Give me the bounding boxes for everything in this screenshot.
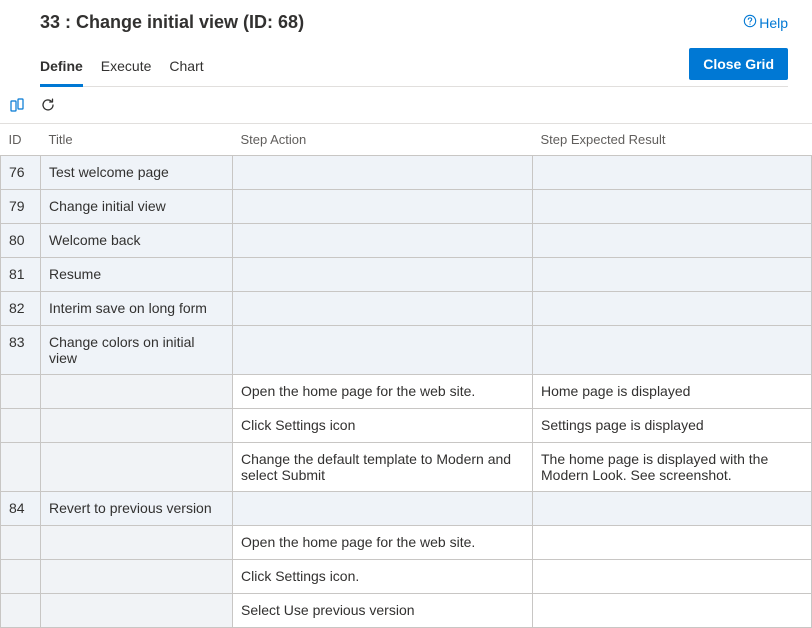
header: 33 : Change initial view (ID: 68) Help D… — [0, 0, 812, 87]
cell-title[interactable]: Resume — [41, 258, 233, 292]
cell-expected[interactable] — [533, 560, 812, 594]
cell-expected[interactable] — [533, 292, 812, 326]
cell-action[interactable] — [233, 292, 533, 326]
cell-id[interactable] — [1, 560, 41, 594]
cell-action[interactable]: Change the default template to Modern an… — [233, 443, 533, 492]
table-row[interactable]: Click Settings icon. — [1, 560, 812, 594]
table-row[interactable]: Open the home page for the web site.Home… — [1, 375, 812, 409]
cell-id[interactable]: 76 — [1, 156, 41, 190]
tab-execute[interactable]: Execute — [101, 48, 152, 87]
column-header-action[interactable]: Step Action — [233, 124, 533, 156]
cell-title[interactable] — [41, 594, 233, 628]
table-row[interactable]: 80Welcome back — [1, 224, 812, 258]
tab-chart[interactable]: Chart — [169, 48, 203, 87]
tabs-list: Define Execute Chart — [40, 47, 204, 86]
cell-title[interactable]: Change initial view — [41, 190, 233, 224]
cell-expected[interactable] — [533, 326, 812, 375]
toolbar — [0, 87, 812, 124]
cell-id[interactable] — [1, 594, 41, 628]
cell-action[interactable] — [233, 326, 533, 375]
cell-expected[interactable] — [533, 224, 812, 258]
cell-id[interactable]: 83 — [1, 326, 41, 375]
cell-expected[interactable] — [533, 258, 812, 292]
table-row[interactable]: 83Change colors on initial view — [1, 326, 812, 375]
cell-title[interactable]: Test welcome page — [41, 156, 233, 190]
cell-expected[interactable] — [533, 594, 812, 628]
cell-id[interactable]: 84 — [1, 492, 41, 526]
cell-expected[interactable] — [533, 492, 812, 526]
cell-title[interactable] — [41, 375, 233, 409]
cell-title[interactable] — [41, 526, 233, 560]
cell-action[interactable] — [233, 258, 533, 292]
cell-title[interactable]: Welcome back — [41, 224, 233, 258]
tab-define[interactable]: Define — [40, 48, 83, 87]
cell-expected[interactable]: Home page is displayed — [533, 375, 812, 409]
table-row[interactable]: 79Change initial view — [1, 190, 812, 224]
cell-action[interactable]: Open the home page for the web site. — [233, 375, 533, 409]
cell-expected[interactable] — [533, 190, 812, 224]
page-title: 33 : Change initial view (ID: 68) — [40, 12, 304, 33]
table-row[interactable]: 76Test welcome page — [1, 156, 812, 190]
cell-action[interactable] — [233, 156, 533, 190]
close-grid-button[interactable]: Close Grid — [689, 48, 788, 80]
title-row: 33 : Change initial view (ID: 68) Help — [40, 12, 788, 33]
table-row[interactable]: Click Settings iconSettings page is disp… — [1, 409, 812, 443]
tabs-row: Define Execute Chart Close Grid — [40, 47, 788, 87]
cell-title[interactable] — [41, 409, 233, 443]
columns-icon[interactable] — [8, 95, 28, 115]
cell-id[interactable]: 79 — [1, 190, 41, 224]
cell-title[interactable]: Revert to previous version — [41, 492, 233, 526]
cell-title[interactable] — [41, 443, 233, 492]
column-header-id[interactable]: ID — [1, 124, 41, 156]
cell-id[interactable] — [1, 526, 41, 560]
column-header-title[interactable]: Title — [41, 124, 233, 156]
table-row[interactable]: Open the home page for the web site. — [1, 526, 812, 560]
cell-id[interactable] — [1, 375, 41, 409]
cell-title[interactable]: Interim save on long form — [41, 292, 233, 326]
cell-id[interactable] — [1, 409, 41, 443]
table-row[interactable]: 82Interim save on long form — [1, 292, 812, 326]
help-link[interactable]: Help — [743, 14, 788, 31]
cell-id[interactable]: 81 — [1, 258, 41, 292]
cell-action[interactable]: Click Settings icon — [233, 409, 533, 443]
table-row[interactable]: 81Resume — [1, 258, 812, 292]
table-row[interactable]: Change the default template to Modern an… — [1, 443, 812, 492]
cell-expected[interactable]: The home page is displayed with the Mode… — [533, 443, 812, 492]
cell-expected[interactable] — [533, 156, 812, 190]
cell-id[interactable]: 82 — [1, 292, 41, 326]
help-icon — [743, 14, 757, 31]
table-row[interactable]: Select Use previous version — [1, 594, 812, 628]
cell-title[interactable] — [41, 560, 233, 594]
cell-expected[interactable]: Settings page is displayed — [533, 409, 812, 443]
refresh-icon[interactable] — [38, 95, 58, 115]
grid-header-row: ID Title Step Action Step Expected Resul… — [1, 124, 812, 156]
help-label: Help — [759, 15, 788, 31]
table-row[interactable]: 84Revert to previous version — [1, 492, 812, 526]
column-header-expected[interactable]: Step Expected Result — [533, 124, 812, 156]
cell-id[interactable] — [1, 443, 41, 492]
cell-id[interactable]: 80 — [1, 224, 41, 258]
cell-action[interactable] — [233, 492, 533, 526]
cell-action[interactable]: Open the home page for the web site. — [233, 526, 533, 560]
cell-action[interactable] — [233, 224, 533, 258]
cell-action[interactable]: Select Use previous version — [233, 594, 533, 628]
results-grid: ID Title Step Action Step Expected Resul… — [0, 124, 812, 628]
cell-action[interactable] — [233, 190, 533, 224]
cell-title[interactable]: Change colors on initial view — [41, 326, 233, 375]
cell-action[interactable]: Click Settings icon. — [233, 560, 533, 594]
cell-expected[interactable] — [533, 526, 812, 560]
